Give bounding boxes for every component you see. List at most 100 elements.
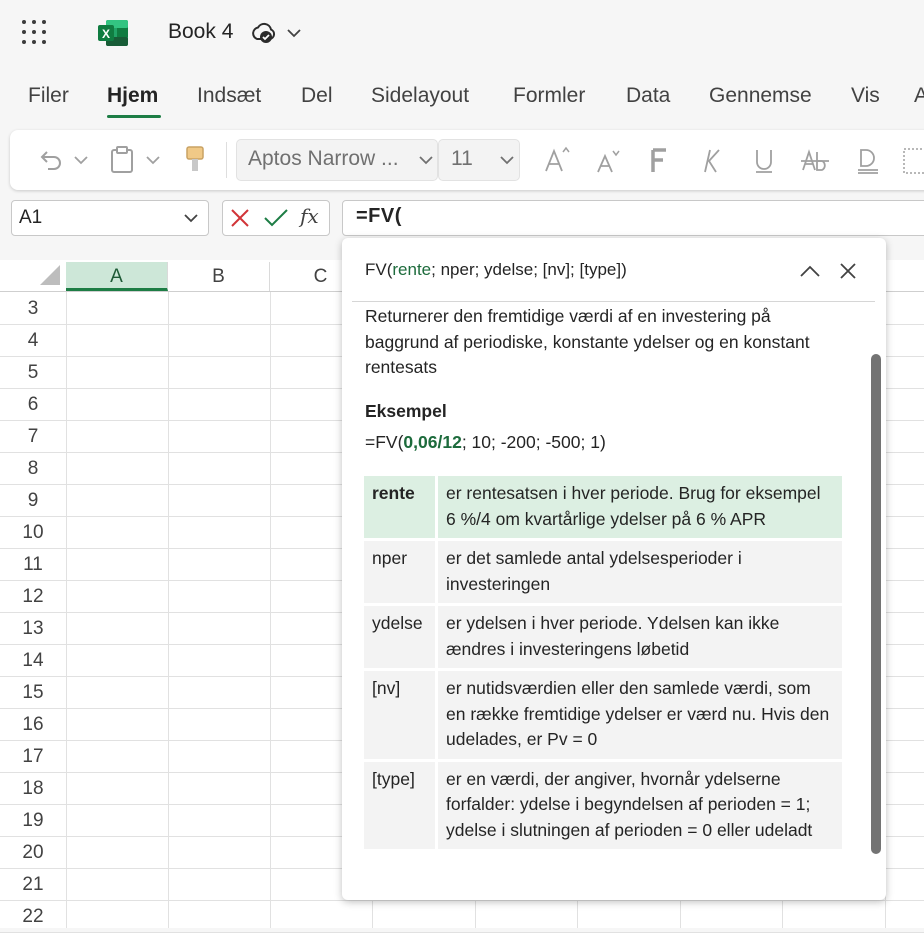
cloud-saved-icon[interactable] bbox=[250, 21, 276, 45]
argument-name: nper bbox=[364, 539, 438, 606]
argument-row: nper er det samlede antal ydelsesperiode… bbox=[364, 539, 842, 606]
row-header[interactable]: 5 bbox=[0, 357, 66, 389]
font-name-value: Aptos Narrow ... bbox=[248, 147, 399, 170]
argument-row: [nv] er nutidsværdien eller den samlede … bbox=[364, 669, 842, 762]
italic-icon[interactable] bbox=[700, 144, 726, 181]
waffle-dot bbox=[22, 30, 26, 34]
underline-icon[interactable] bbox=[752, 144, 776, 181]
excel-logo-icon: X bbox=[96, 18, 130, 48]
argument-description: er rentesatsen i hver periode. Brug for … bbox=[436, 476, 842, 541]
waffle-dot bbox=[32, 30, 36, 34]
tab-indsaet[interactable]: Indsæt bbox=[197, 84, 261, 108]
argument-description: er en værdi, der angiver, hvornår ydelse… bbox=[436, 760, 842, 852]
tab-del[interactable]: Del bbox=[301, 84, 333, 108]
tooltip-scrollbar[interactable] bbox=[871, 354, 881, 854]
workbook-title[interactable]: Book 4 bbox=[168, 20, 233, 44]
row-header[interactable]: 6 bbox=[0, 389, 66, 421]
row-header[interactable]: 3 bbox=[0, 293, 66, 325]
borders-icon[interactable] bbox=[902, 146, 924, 181]
chevron-down-icon[interactable] bbox=[72, 152, 90, 173]
row-header[interactable]: 13 bbox=[0, 613, 66, 645]
tab-formler[interactable]: Formler bbox=[513, 84, 585, 108]
chevron-down-icon[interactable] bbox=[417, 152, 435, 173]
chevron-up-icon[interactable] bbox=[799, 262, 821, 285]
argument-description: er ydelsen i hver periode. Ydelsen kan i… bbox=[436, 604, 842, 671]
row-header[interactable]: 21 bbox=[0, 869, 66, 901]
tab-gennemse[interactable]: Gennemse bbox=[709, 84, 812, 108]
app-launcher-icon[interactable] bbox=[22, 20, 50, 46]
enter-check-icon[interactable] bbox=[263, 207, 289, 234]
row-header[interactable]: 12 bbox=[0, 581, 66, 613]
column-header-b[interactable]: B bbox=[168, 262, 270, 291]
name-box-value: A1 bbox=[19, 207, 43, 228]
row-header[interactable]: 9 bbox=[0, 485, 66, 517]
argument-name: rente bbox=[364, 476, 438, 541]
insert-function-button[interactable]: fx bbox=[300, 204, 319, 228]
waffle-dot bbox=[42, 20, 46, 24]
row-header[interactable]: 4 bbox=[0, 325, 66, 357]
chevron-down-icon[interactable] bbox=[182, 210, 200, 231]
argument-row: ydelse er ydelsen i hver periode. Ydelse… bbox=[364, 604, 842, 671]
row-header[interactable]: 22 bbox=[0, 901, 66, 933]
row-header[interactable]: 19 bbox=[0, 805, 66, 837]
row-header[interactable]: 14 bbox=[0, 645, 66, 677]
tooltip-divider bbox=[352, 301, 875, 302]
close-icon[interactable] bbox=[839, 262, 857, 285]
argument-description: er det samlede antal ydelsesperioder i i… bbox=[436, 539, 842, 606]
chevron-down-icon[interactable] bbox=[285, 25, 303, 41]
row-header[interactable]: 20 bbox=[0, 837, 66, 869]
argument-name: [type] bbox=[364, 760, 438, 852]
argument-row: [type] er en værdi, der angiver, hvornår… bbox=[364, 760, 842, 852]
select-all-corner[interactable] bbox=[40, 265, 60, 285]
function-signature: FV(rente; nper; ydelse; [nv]; [type]) bbox=[365, 260, 627, 280]
format-painter-icon[interactable] bbox=[182, 144, 208, 181]
formula-text: =FV( bbox=[356, 205, 402, 227]
strikethrough-icon[interactable] bbox=[800, 144, 830, 181]
column-header-a[interactable]: A bbox=[66, 262, 168, 291]
example-formula: =FV(0,06/12; 10; -200; -500; 1) bbox=[365, 432, 606, 453]
row-header[interactable]: 15 bbox=[0, 677, 66, 709]
row-header[interactable]: 8 bbox=[0, 453, 66, 485]
example-rest: ; 10; -200; -500; 1) bbox=[461, 432, 606, 452]
tab-sidelayout[interactable]: Sidelayout bbox=[371, 84, 469, 108]
tab-hjem[interactable]: Hjem bbox=[107, 84, 158, 108]
fx-label: fx bbox=[300, 204, 319, 228]
chevron-down-icon[interactable] bbox=[498, 152, 516, 173]
row-header[interactable]: 11 bbox=[0, 549, 66, 581]
tab-filer[interactable]: Filer bbox=[28, 84, 69, 108]
signature-current-argument: rente bbox=[392, 260, 432, 279]
formula-input[interactable] bbox=[342, 200, 924, 236]
waffle-dot bbox=[22, 40, 26, 44]
increase-font-icon[interactable] bbox=[543, 143, 573, 180]
waffle-dot bbox=[22, 20, 26, 24]
row-header[interactable]: 16 bbox=[0, 709, 66, 741]
row-header[interactable]: 17 bbox=[0, 741, 66, 773]
tab-vis[interactable]: Vis bbox=[851, 84, 880, 108]
signature-function-name: FV( bbox=[365, 260, 393, 279]
ribbon-divider bbox=[226, 142, 227, 178]
argument-name: [nv] bbox=[364, 669, 438, 762]
waffle-dot bbox=[32, 20, 36, 24]
waffle-dot bbox=[42, 30, 46, 34]
function-description: Returnerer den fremtidige værdi af en in… bbox=[365, 306, 810, 377]
argument-description: er nutidsværdien eller den samlede værdi… bbox=[436, 669, 842, 762]
decrease-font-icon[interactable] bbox=[595, 146, 625, 181]
active-tab-indicator bbox=[107, 115, 161, 118]
font-size-value: 11 bbox=[451, 147, 473, 170]
signature-remaining-arguments: ; nper; ydelse; [nv]; [type]) bbox=[431, 260, 627, 279]
bold-icon[interactable] bbox=[648, 144, 672, 181]
waffle-dot bbox=[32, 40, 36, 44]
undo-icon[interactable] bbox=[36, 145, 66, 180]
chevron-down-icon[interactable] bbox=[144, 152, 162, 173]
row-header[interactable]: 10 bbox=[0, 517, 66, 549]
double-underline-icon[interactable] bbox=[855, 144, 881, 181]
row-header[interactable]: 18 bbox=[0, 773, 66, 805]
row-header[interactable]: 7 bbox=[0, 421, 66, 453]
example-prefix: =FV( bbox=[365, 432, 404, 452]
arguments-table: rente er rentesatsen i hver periode. Bru… bbox=[364, 476, 842, 852]
tab-automate[interactable]: A bbox=[914, 84, 924, 108]
cancel-icon[interactable] bbox=[229, 207, 251, 234]
paste-icon[interactable] bbox=[108, 144, 136, 181]
tab-data[interactable]: Data bbox=[626, 84, 670, 108]
excel-logo-letter: X bbox=[102, 27, 110, 41]
